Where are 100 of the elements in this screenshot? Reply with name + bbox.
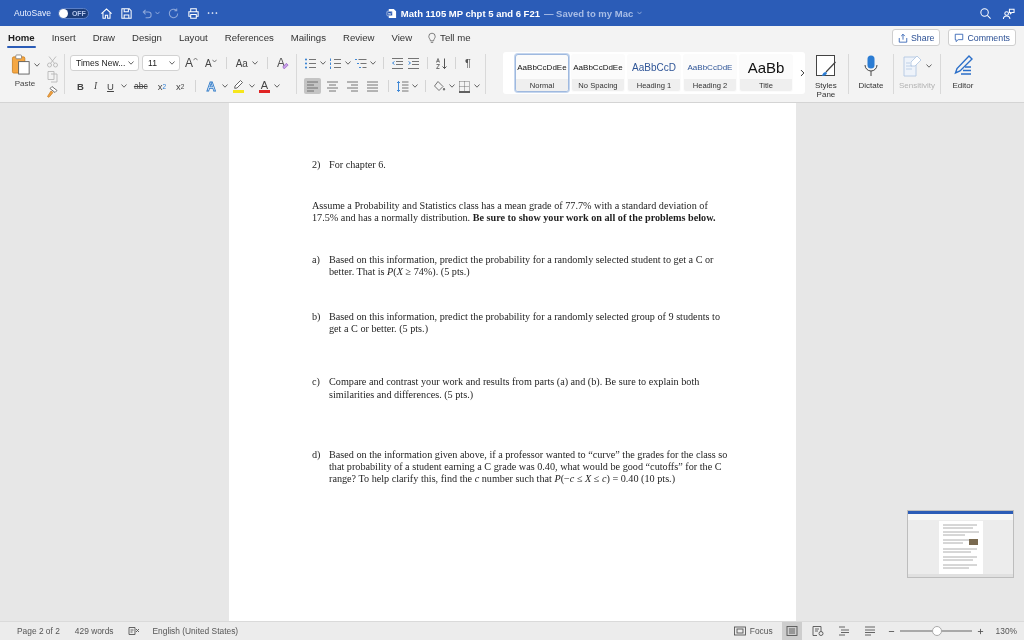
caret-icon[interactable] (369, 61, 376, 65)
ribbon-tab[interactable]: Review (335, 26, 383, 49)
comments-button[interactable]: Comments (948, 29, 1016, 46)
toggle-knob (58, 8, 68, 18)
list-marker: b) (312, 311, 322, 324)
styles-pane-button[interactable]: Styles Pane (808, 49, 843, 102)
bullets-icon[interactable] (303, 56, 317, 70)
underline-button[interactable]: U (104, 78, 117, 94)
print-icon[interactable] (186, 6, 200, 20)
paragraph-text: Compare and contrast your work and results from parts (a) and (b). Be sure to explain both similarities and differences. (5 pts.) (329, 376, 701, 401)
focus-button[interactable]: Focus (733, 626, 773, 636)
ribbon-tab[interactable]: Design (124, 26, 170, 49)
tagged-document-icon (901, 54, 924, 78)
paragraph-text: Based on this information, predict the probability for a randomly selected student to get a C or better. That is P(X ≥ 74%). (5 pts.) (329, 253, 715, 278)
share-icon (898, 32, 908, 43)
numbering-icon[interactable] (328, 56, 342, 70)
increase-indent-icon[interactable] (406, 56, 420, 70)
list-marker: a) (312, 253, 321, 267)
caret-down-icon (211, 59, 217, 63)
ribbon-tab[interactable]: Layout (170, 26, 216, 49)
caret-icon[interactable] (33, 62, 40, 67)
ribbon-tab[interactable]: Draw (84, 26, 124, 49)
bold-button[interactable]: B (74, 78, 87, 94)
proofing-icon[interactable] (128, 626, 141, 636)
document-icon (385, 7, 397, 19)
paragraph-text: Assume a Probability and Statistics class has a mean grade of 77.7% with a standard deviation of 17.5% and has a normally distribution. Be sure to show your work on all of the problems below. (312, 200, 717, 225)
brush-icon[interactable] (46, 85, 59, 98)
clear-formatting-button[interactable]: A (274, 55, 291, 71)
grow-font-button[interactable]: A (183, 55, 200, 71)
more-icon[interactable] (206, 11, 218, 15)
ribbon-tab[interactable]: Mailings (282, 26, 334, 49)
align-left-button[interactable] (303, 78, 321, 94)
caret-icon[interactable] (248, 84, 255, 88)
share-button[interactable]: Share (892, 29, 941, 46)
sort-icon[interactable] (434, 56, 448, 70)
italic-button[interactable]: I (90, 78, 101, 94)
ribbon-tab[interactable]: View (383, 26, 421, 49)
align-left-icon (305, 79, 319, 93)
zoom-level[interactable]: 130% (995, 626, 1017, 636)
ribbon-tab[interactable]: Home (0, 26, 43, 49)
ribbon-tab[interactable]: References (216, 26, 282, 49)
paint-bucket-icon[interactable] (432, 79, 446, 93)
caret-icon[interactable] (128, 61, 134, 65)
change-case-button[interactable]: Aa (233, 55, 260, 71)
language-label[interactable]: English (United States) (152, 626, 239, 636)
highlighter-icon[interactable] (231, 79, 245, 93)
superscript-button[interactable]: x$^{2}$ (173, 78, 188, 94)
zoom-slider-thumb[interactable] (932, 626, 942, 636)
list-marker: d) (312, 448, 322, 462)
strikethrough-button[interactable]: abc (130, 78, 151, 94)
home-icon[interactable] (99, 6, 113, 20)
line-spacing-icon[interactable] (395, 79, 409, 93)
paragraph-text: Based on this information, predict the probability for a randomly selected group of 9 students to get a C or better. (5 pts.) (329, 311, 721, 336)
lines-icon (863, 626, 876, 636)
paragraph-text: Based on the information given above, if a professor wanted to “curve” the grades for the class so that probability of a student earning a C grade was 0.40, what would be good “cutoffs” for the C range? To help clarify this, find the c number such that P(−c ≤ X ≤ c) = 0.40 (10 pts.) (329, 448, 729, 486)
redo-icon[interactable] (166, 6, 180, 20)
caret-up-icon (193, 57, 198, 61)
lightbulb-icon (428, 31, 437, 44)
caret-icon[interactable] (319, 61, 326, 65)
caret-icon[interactable] (411, 84, 418, 88)
save-icon[interactable] (119, 6, 133, 20)
clipboard-icon (10, 54, 32, 75)
save-status: — Saved to my Mac (544, 7, 634, 19)
shrink-font-button[interactable]: A (203, 55, 219, 71)
font-name-field[interactable]: Times New... (70, 55, 139, 71)
page-lines-icon (785, 626, 798, 636)
caret-icon[interactable] (221, 84, 228, 88)
caret-icon[interactable] (473, 84, 480, 88)
caret-icon[interactable] (274, 84, 281, 88)
caret-icon (251, 61, 258, 65)
align-right-icon (345, 79, 359, 93)
dictate-button[interactable]: Dictate (853, 49, 888, 102)
caret-icon[interactable] (120, 84, 127, 88)
multilevel-list-icon[interactable] (353, 56, 367, 70)
align-center-icon (325, 79, 339, 93)
search-icon[interactable] (979, 6, 992, 20)
list-marker: c) (312, 376, 321, 390)
ribbon-tab[interactable]: Insert (43, 26, 84, 49)
tell-me-field[interactable]: Tell me (440, 32, 485, 43)
person-chat-icon[interactable] (1002, 6, 1015, 20)
font-color-button[interactable]: A (258, 79, 271, 93)
autosave-label: AutoSave (14, 8, 51, 18)
paste-button[interactable]: Paste (8, 54, 42, 102)
brush-page-icon (814, 54, 837, 78)
comment-icon (954, 32, 965, 43)
chevron-right-icon[interactable] (800, 69, 805, 77)
show-marks-button[interactable]: ¶ (462, 55, 473, 71)
print-layout-view-button[interactable] (781, 622, 802, 640)
caret-icon[interactable] (169, 61, 175, 65)
borders-icon[interactable] (457, 79, 471, 93)
decrease-indent-icon[interactable] (390, 56, 404, 70)
caret-icon[interactable] (448, 84, 455, 88)
caret-icon[interactable] (344, 61, 351, 65)
focus-icon (733, 626, 746, 636)
globe-page-icon (811, 626, 824, 636)
outline-list-icon (837, 626, 850, 636)
list-marker: 2) (312, 159, 322, 172)
font-size-field[interactable]: 11 (142, 55, 180, 71)
zoom-in-icon[interactable] (976, 627, 984, 635)
editor-button[interactable]: Editor (945, 49, 980, 102)
